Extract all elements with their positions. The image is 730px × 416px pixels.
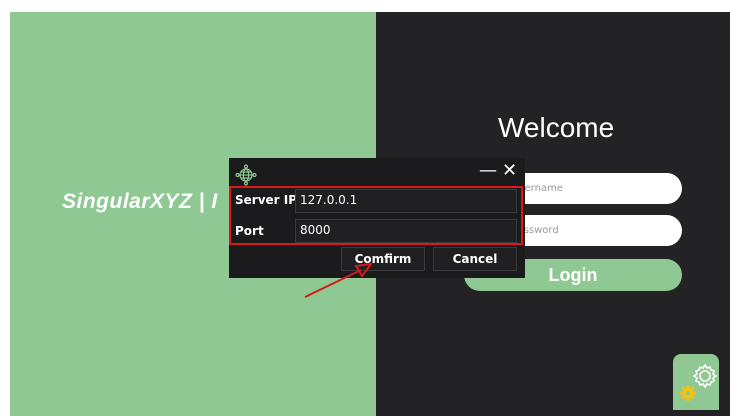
server-ip-input[interactable]: 127.0.0.1: [295, 189, 517, 213]
confirm-button[interactable]: Comfirm: [341, 247, 425, 271]
port-label: Port: [235, 224, 264, 238]
cancel-button[interactable]: Cancel: [433, 247, 517, 271]
minimize-button[interactable]: —: [479, 162, 497, 180]
port-input[interactable]: 8000: [295, 219, 517, 243]
network-globe-icon: [235, 164, 257, 186]
close-button[interactable]: ✕: [502, 162, 517, 180]
gear-icon: [680, 363, 718, 401]
welcome-heading: Welcome: [498, 112, 615, 143]
settings-button[interactable]: [673, 354, 719, 410]
server-settings-dialog: — ✕ Server IP 127.0.0.1 Port 8000 Comfir…: [229, 158, 525, 278]
server-ip-label: Server IP: [235, 193, 298, 207]
brand-logo: SingularXYZ | I: [62, 190, 218, 213]
